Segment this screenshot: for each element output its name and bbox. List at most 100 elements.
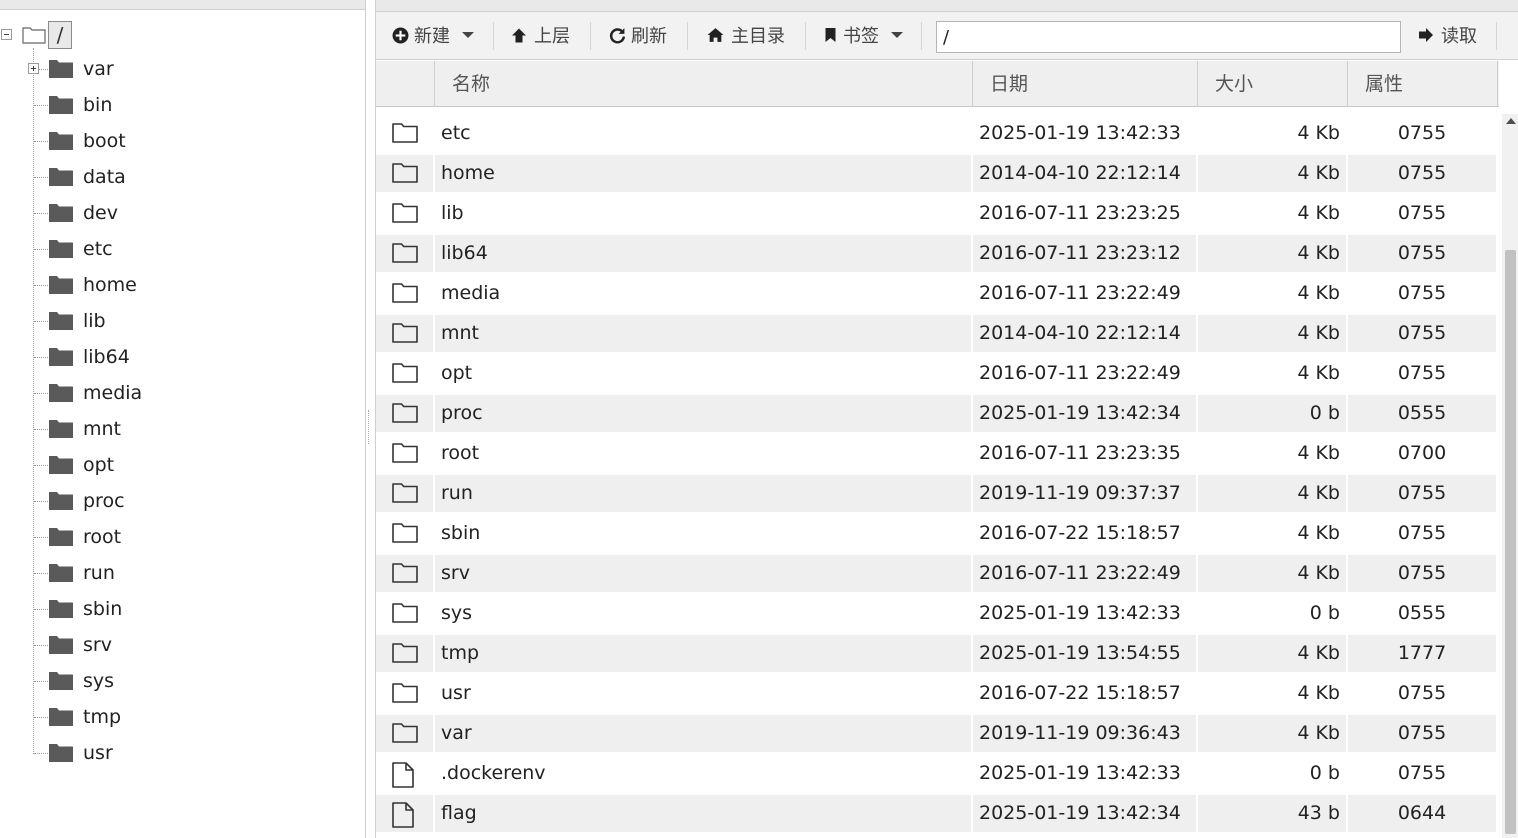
tree-item-var[interactable]: var: [28, 52, 334, 88]
tree-item-lib[interactable]: lib: [34, 304, 334, 340]
file-attributes[interactable]: 0644: [1348, 795, 1496, 832]
panel-splitter[interactable]: [368, 410, 370, 444]
tree-item-usr[interactable]: usr: [34, 736, 334, 772]
file-attributes[interactable]: 0755: [1348, 755, 1496, 792]
path-input[interactable]: [936, 21, 1401, 53]
tree-item-tmp[interactable]: tmp: [34, 700, 334, 736]
tree-item-opt[interactable]: opt: [34, 448, 334, 484]
read-button[interactable]: 读取: [1418, 21, 1477, 49]
file-name[interactable]: mnt: [435, 315, 971, 352]
file-name[interactable]: sbin: [435, 515, 971, 552]
file-row[interactable]: .dockerenv 2025-01-19 13:42:33 0 b 0755: [376, 754, 1496, 794]
tree-item-proc[interactable]: proc: [34, 484, 334, 520]
file-name[interactable]: flag: [435, 795, 971, 832]
scrollbar-thumb[interactable]: [1505, 250, 1516, 834]
file-name[interactable]: media: [435, 275, 971, 312]
file-row[interactable]: lib64 2016-07-11 23:23:12 4 Kb 0755: [376, 234, 1496, 274]
file-name[interactable]: etc: [435, 115, 971, 152]
file-row[interactable]: mnt 2014-04-10 22:12:14 4 Kb 0755: [376, 314, 1496, 354]
file-row[interactable]: home 2014-04-10 22:12:14 4 Kb 0755: [376, 154, 1496, 194]
folder-outline-icon: [392, 123, 418, 143]
file-name[interactable]: root: [435, 435, 971, 472]
chevron-down-icon: [891, 32, 903, 38]
bookmarks-button[interactable]: 书签: [824, 21, 903, 49]
file-row[interactable]: etc 2025-01-19 13:42:33 4 Kb 0755: [376, 114, 1496, 154]
file-name[interactable]: lib64: [435, 235, 971, 272]
tree-item-sbin[interactable]: sbin: [34, 592, 334, 628]
tree-item-boot[interactable]: boot: [34, 124, 334, 160]
file-name[interactable]: opt: [435, 355, 971, 392]
home-directory-button[interactable]: 主目录: [707, 21, 785, 49]
tree-item-dev[interactable]: dev: [34, 196, 334, 232]
tree-item-srv[interactable]: srv: [34, 628, 334, 664]
file-name[interactable]: .dockerenv: [435, 755, 971, 792]
toolbar-divider: [1496, 22, 1497, 50]
file-attributes[interactable]: 0555: [1348, 395, 1496, 432]
file-row[interactable]: root 2016-07-11 23:23:35 4 Kb 0700: [376, 434, 1496, 474]
file-attributes[interactable]: 0755: [1348, 235, 1496, 272]
file-attributes[interactable]: 0755: [1348, 675, 1496, 712]
tree-item-bin[interactable]: bin: [34, 88, 334, 124]
size-column-header[interactable]: 大小: [1198, 61, 1348, 107]
file-name[interactable]: srv: [435, 555, 971, 592]
attr-column-header[interactable]: 属性: [1348, 61, 1498, 107]
file-name[interactable]: sys: [435, 595, 971, 632]
file-attributes[interactable]: 0755: [1348, 475, 1496, 512]
file-name[interactable]: tmp: [435, 635, 971, 672]
file-attributes[interactable]: 0755: [1348, 715, 1496, 752]
folder-icon: [49, 636, 73, 654]
folder-outline-icon: [392, 283, 418, 303]
file-attributes[interactable]: 0755: [1348, 315, 1496, 352]
file-attributes[interactable]: 0700: [1348, 435, 1496, 472]
file-row[interactable]: srv 2016-07-11 23:22:49 4 Kb 0755: [376, 554, 1496, 594]
up-level-button[interactable]: 上层: [511, 21, 570, 49]
file-attributes[interactable]: 0755: [1348, 195, 1496, 232]
file-row[interactable]: lib 2016-07-11 23:23:25 4 Kb 0755: [376, 194, 1496, 234]
file-attributes[interactable]: 0755: [1348, 355, 1496, 392]
file-row[interactable]: media 2016-07-11 23:22:49 4 Kb 0755: [376, 274, 1496, 314]
tree-item-mnt[interactable]: mnt: [34, 412, 334, 448]
file-attributes[interactable]: 0755: [1348, 515, 1496, 552]
collapse-toggle-icon[interactable]: [1, 29, 12, 40]
date-column-header[interactable]: 日期: [973, 61, 1198, 107]
file-row[interactable]: usr 2016-07-22 15:18:57 4 Kb 0755: [376, 674, 1496, 714]
file-attributes[interactable]: 0755: [1348, 275, 1496, 312]
folder-icon: [49, 492, 73, 510]
file-name[interactable]: proc: [435, 395, 971, 432]
file-row[interactable]: sbin 2016-07-22 15:18:57 4 Kb 0755: [376, 514, 1496, 554]
file-attributes[interactable]: 0755: [1348, 555, 1496, 592]
refresh-button[interactable]: 刷新: [609, 21, 667, 49]
expand-toggle-icon[interactable]: [28, 63, 39, 74]
file-name[interactable]: lib: [435, 195, 971, 232]
file-row[interactable]: opt 2016-07-11 23:22:49 4 Kb 0755: [376, 354, 1496, 394]
scroll-up-arrow-icon[interactable]: [1506, 118, 1516, 124]
name-column-header[interactable]: 名称: [435, 61, 973, 107]
tree-item-run[interactable]: run: [34, 556, 334, 592]
file-row[interactable]: run 2019-11-19 09:37:37 4 Kb 0755: [376, 474, 1496, 514]
file-row[interactable]: tmp 2025-01-19 13:54:55 4 Kb 1777: [376, 634, 1496, 674]
new-button[interactable]: 新建: [392, 21, 474, 49]
file-row[interactable]: var 2019-11-19 09:36:43 4 Kb 0755: [376, 714, 1496, 754]
tree-item-media[interactable]: media: [34, 376, 334, 412]
file-icon: [392, 802, 414, 828]
file-attributes[interactable]: 0755: [1348, 155, 1496, 192]
tree-item-home[interactable]: home: [34, 268, 334, 304]
tree-item-data[interactable]: data: [34, 160, 334, 196]
file-attributes[interactable]: 0555: [1348, 595, 1496, 632]
vertical-scrollbar[interactable]: [1502, 114, 1518, 838]
file-name[interactable]: var: [435, 715, 971, 752]
file-row[interactable]: flag 2025-01-19 13:42:34 43 b 0644: [376, 794, 1496, 834]
home-icon: [707, 28, 724, 42]
file-attributes[interactable]: 0755: [1348, 115, 1496, 152]
file-name[interactable]: usr: [435, 675, 971, 712]
file-row[interactable]: sys 2025-01-19 13:42:33 0 b 0555: [376, 594, 1496, 634]
tree-item-root[interactable]: root: [34, 520, 334, 556]
file-row[interactable]: proc 2025-01-19 13:42:34 0 b 0555: [376, 394, 1496, 434]
file-name[interactable]: run: [435, 475, 971, 512]
tree-item-sys[interactable]: sys: [34, 664, 334, 700]
tree-item-etc[interactable]: etc: [34, 232, 334, 268]
tree-root-label[interactable]: /: [48, 21, 72, 49]
tree-item-lib64[interactable]: lib64: [34, 340, 334, 376]
file-name[interactable]: home: [435, 155, 971, 192]
file-attributes[interactable]: 1777: [1348, 635, 1496, 672]
